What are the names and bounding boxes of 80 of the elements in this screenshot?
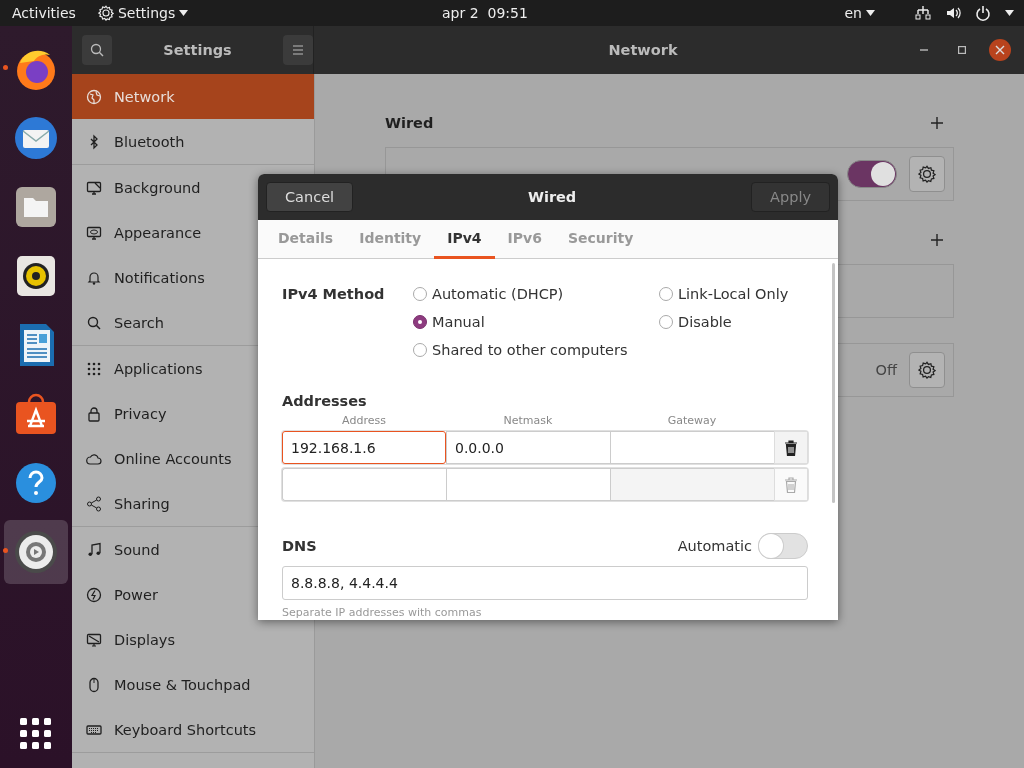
section-title: Addresses — [282, 393, 368, 409]
power-icon — [86, 586, 102, 603]
bell-icon — [86, 269, 102, 286]
caret-icon — [179, 10, 189, 16]
caret-icon — [866, 10, 875, 16]
trash-icon — [784, 476, 798, 493]
activities-button[interactable]: Activities — [12, 5, 76, 21]
mouse-icon — [86, 676, 102, 693]
sidebar-item[interactable]: Network — [72, 74, 314, 119]
clock[interactable]: apr 2 09:51 — [442, 5, 528, 21]
trash-icon — [784, 439, 798, 456]
radio-button[interactable] — [413, 343, 427, 357]
cancel-button[interactable]: Cancel — [266, 182, 354, 212]
sidebar-item[interactable]: Bluetooth — [72, 119, 314, 164]
maximize-icon — [958, 46, 966, 54]
status-label: Off — [875, 362, 897, 378]
input-field[interactable]: 192.168.1.6 — [282, 431, 446, 464]
toggle-switch[interactable] — [847, 160, 897, 188]
radio-button[interactable] — [413, 315, 427, 329]
radio-option[interactable]: Shared to other computers — [413, 339, 659, 361]
plus-icon — [930, 116, 944, 130]
tab[interactable]: IPv4 — [434, 220, 495, 259]
monitor-icon — [86, 179, 102, 196]
dock-app-button[interactable] — [4, 519, 68, 584]
input-field[interactable] — [610, 468, 774, 501]
search-icon — [86, 314, 102, 331]
input-field[interactable]: 8.8.8.8, 4.4.4.4 — [282, 566, 808, 600]
display-icon — [86, 631, 102, 648]
window-title: Network — [607, 42, 679, 58]
power-icon — [975, 5, 991, 21]
dialog-title: Wired — [527, 189, 577, 205]
sidebar-title: Settings — [162, 42, 233, 58]
column-header: Gateway — [666, 414, 718, 427]
input-field[interactable]: 0.0.0.0 — [446, 431, 610, 464]
close-icon — [988, 38, 1012, 62]
toggle-label: Automatic — [677, 538, 752, 554]
toggle-switch[interactable] — [758, 533, 808, 559]
sidebar-item[interactable]: Sharing — [72, 481, 314, 526]
sidebar-item[interactable]: Mouse & Touchpad — [72, 662, 314, 707]
search-icon — [90, 43, 104, 57]
settings-icon — [97, 5, 114, 21]
app-menu[interactable]: Settings — [97, 5, 189, 21]
hint-text: Separate IP addresses with commas — [282, 606, 483, 619]
menu-icon — [292, 44, 304, 56]
lock-icon — [86, 405, 102, 422]
keyboard-layout-menu[interactable]: en — [844, 5, 875, 21]
search-button[interactable] — [82, 35, 112, 65]
menu-button[interactable] — [283, 35, 313, 65]
sidebar-item[interactable]: Keyboard Shortcuts — [72, 707, 314, 752]
radio-option[interactable]: Disable — [659, 311, 789, 333]
globe-icon — [86, 88, 102, 105]
music-note-icon — [86, 541, 102, 558]
caret-icon — [1005, 10, 1014, 16]
radio-button[interactable] — [413, 287, 427, 301]
monitor-icon — [86, 224, 102, 241]
radio-option[interactable]: Manual — [413, 311, 659, 333]
network-icon — [915, 5, 931, 21]
radio-button[interactable] — [659, 315, 673, 329]
settings-icon — [918, 165, 936, 183]
column-header: Netmask — [502, 414, 554, 427]
app-grid-icon — [20, 718, 52, 750]
minimize-icon — [920, 49, 928, 51]
settings-icon — [918, 361, 936, 379]
input-field[interactable] — [610, 431, 774, 464]
column-header: Address — [341, 414, 387, 427]
plus-icon — [930, 233, 944, 247]
radio-option[interactable]: Link-Local Only — [659, 283, 789, 305]
settings-button[interactable] — [909, 156, 945, 192]
sidebar-item[interactable]: Displays — [72, 617, 314, 662]
section-title: DNS — [282, 538, 317, 554]
share-icon — [86, 495, 102, 512]
section-title: Wired — [385, 115, 434, 131]
input-field[interactable] — [446, 468, 610, 501]
sidebar-item[interactable]: Applications — [72, 346, 314, 391]
grid-icon — [86, 360, 102, 377]
volume-icon — [945, 5, 961, 21]
radio-button[interactable] — [659, 287, 673, 301]
radio-option[interactable]: Automatic (DHCP) — [413, 283, 659, 305]
settings-button[interactable] — [909, 352, 945, 388]
delete-button[interactable] — [774, 431, 808, 464]
